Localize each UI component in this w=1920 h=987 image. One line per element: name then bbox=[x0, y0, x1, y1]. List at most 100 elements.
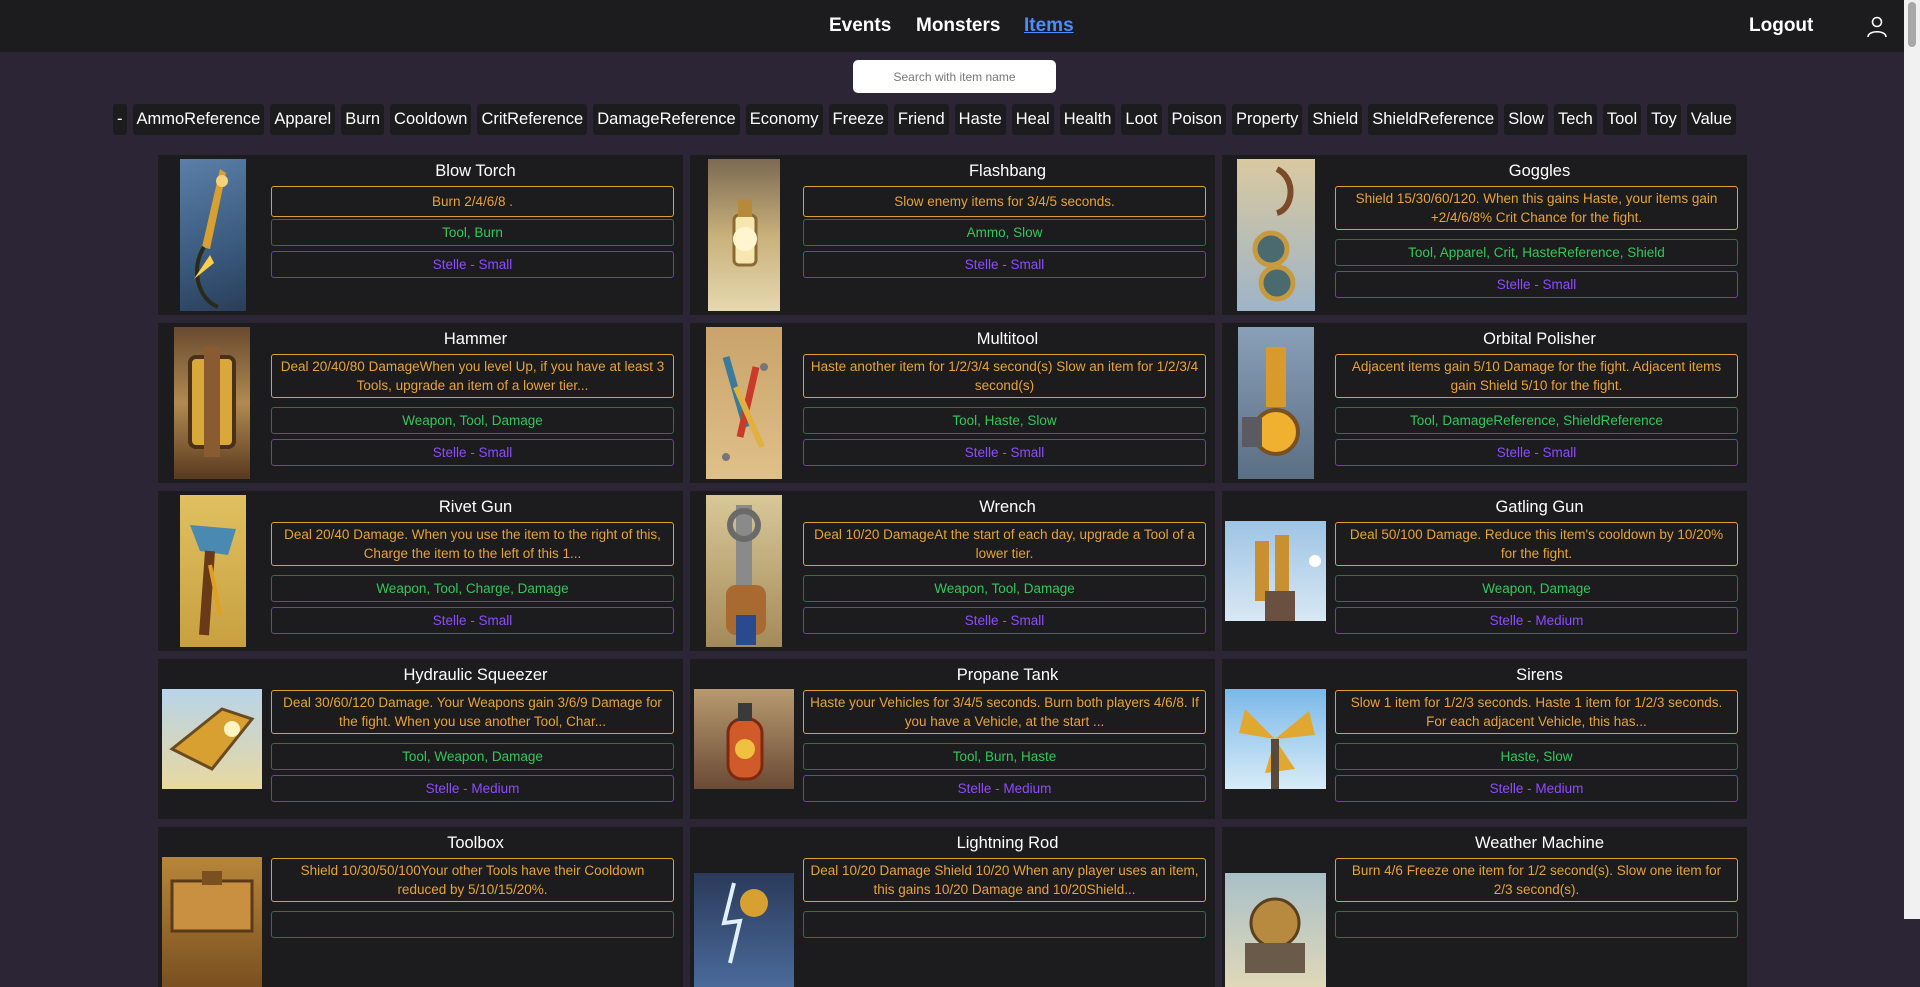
item-card[interactable]: Orbital Polisher Adjacent items gain 5/1… bbox=[1222, 323, 1747, 483]
item-card[interactable]: Hammer Deal 20/40/80 DamageWhen you leve… bbox=[158, 323, 683, 483]
item-image bbox=[694, 873, 794, 987]
filter-chip[interactable]: Value bbox=[1686, 104, 1736, 135]
item-card[interactable]: Lightning Rod Deal 10/20 Damage Shield 1… bbox=[690, 827, 1215, 987]
item-tags: Weapon, Tool, Damage bbox=[271, 407, 674, 434]
item-card[interactable]: Flashbang Slow enemy items for 3/4/5 sec… bbox=[690, 155, 1215, 315]
item-tags: Tool, Haste, Slow bbox=[803, 407, 1206, 434]
filter-chip[interactable]: Poison bbox=[1167, 104, 1226, 135]
item-name: Gatling Gun bbox=[1495, 498, 1584, 516]
user-icon[interactable] bbox=[1865, 14, 1889, 38]
item-card[interactable]: Toolbox Shield 10/30/50/100Your other To… bbox=[158, 827, 683, 987]
item-image bbox=[1225, 873, 1326, 987]
nav-events[interactable]: Events bbox=[829, 15, 891, 37]
filter-chip[interactable]: Toy bbox=[1647, 104, 1681, 135]
item-description: Burn 2/4/6/8 . bbox=[271, 186, 674, 217]
item-tags: Tool, Apparel, Crit, HasteReference, Shi… bbox=[1335, 239, 1738, 266]
item-name: Weather Machine bbox=[1474, 834, 1604, 852]
item-name: Blow Torch bbox=[435, 162, 516, 180]
item-source: Stelle - Small bbox=[1335, 271, 1738, 298]
filter-chip[interactable]: Economy bbox=[745, 104, 823, 135]
item-source: Stelle - Small bbox=[271, 439, 674, 466]
filter-chip[interactable]: Heal bbox=[1011, 104, 1054, 135]
item-image bbox=[694, 689, 794, 789]
item-name: Wrench bbox=[979, 498, 1036, 516]
item-source: Stelle - Small bbox=[271, 607, 674, 634]
item-name: Lightning Rod bbox=[956, 834, 1059, 852]
item-card[interactable]: Rivet Gun Deal 20/40 Damage. When you us… bbox=[158, 491, 683, 651]
logout-link[interactable]: Logout bbox=[1749, 15, 1813, 37]
filter-chip[interactable]: Tech bbox=[1553, 104, 1597, 135]
filter-chip[interactable]: Loot bbox=[1121, 104, 1162, 135]
item-tags bbox=[1335, 911, 1738, 938]
item-name: Hydraulic Squeezer bbox=[403, 666, 548, 684]
item-description: Deal 20/40 Damage. When you use the item… bbox=[271, 522, 674, 566]
item-tags: Tool, DamageReference, ShieldReference bbox=[1335, 407, 1738, 434]
item-description: Deal 50/100 Damage. Reduce this item's c… bbox=[1335, 522, 1738, 566]
item-tags: Haste, Slow bbox=[1335, 743, 1738, 770]
item-card[interactable]: Sirens Slow 1 item for 1/2/3 seconds. Ha… bbox=[1222, 659, 1747, 819]
item-image bbox=[708, 159, 780, 311]
item-description: Adjacent items gain 5/10 Damage for the … bbox=[1335, 354, 1738, 398]
item-description: Shield 15/30/60/120. When this gains Has… bbox=[1335, 186, 1738, 230]
item-description: Deal 30/60/120 Damage. Your Weapons gain… bbox=[271, 690, 674, 734]
filter-bar: - AmmoReference Apparel Burn Cooldown Cr… bbox=[113, 104, 1793, 135]
item-source: Stelle - Medium bbox=[803, 775, 1206, 802]
item-card[interactable]: Blow Torch Burn 2/4/6/8 . Tool, Burn Ste… bbox=[158, 155, 683, 315]
item-image bbox=[1237, 159, 1315, 311]
filter-chip[interactable]: Health bbox=[1059, 104, 1116, 135]
filter-chip[interactable]: Slow bbox=[1504, 104, 1548, 135]
item-card[interactable]: Propane Tank Haste your Vehicles for 3/4… bbox=[690, 659, 1215, 819]
item-image bbox=[162, 857, 262, 987]
item-description: Slow 1 item for 1/2/3 seconds. Haste 1 i… bbox=[1335, 690, 1738, 734]
item-card[interactable]: Multitool Haste another item for 1/2/3/4… bbox=[690, 323, 1215, 483]
item-name: Goggles bbox=[1508, 162, 1571, 180]
nav-items[interactable]: Items bbox=[1024, 15, 1074, 37]
item-description: Deal 10/20 DamageAt the start of each da… bbox=[803, 522, 1206, 566]
item-tags bbox=[271, 911, 674, 938]
item-image bbox=[1225, 521, 1326, 621]
item-description: Haste another item for 1/2/3/4 second(s)… bbox=[803, 354, 1206, 398]
filter-chip[interactable]: - bbox=[113, 104, 127, 135]
item-tags: Tool, Burn, Haste bbox=[803, 743, 1206, 770]
item-image bbox=[180, 495, 246, 647]
page-scrollbar[interactable] bbox=[1904, 0, 1920, 919]
item-tags: Tool, Burn bbox=[271, 219, 674, 246]
filter-chip[interactable]: Shield bbox=[1308, 104, 1363, 135]
item-card[interactable]: Wrench Deal 10/20 DamageAt the start of … bbox=[690, 491, 1215, 651]
item-tags bbox=[803, 911, 1206, 938]
filter-chip[interactable]: ShieldReference bbox=[1368, 104, 1499, 135]
filter-chip[interactable]: CritReference bbox=[477, 104, 588, 135]
item-card[interactable]: Goggles Shield 15/30/60/120. When this g… bbox=[1222, 155, 1747, 315]
item-name: Toolbox bbox=[447, 834, 504, 852]
filter-chip[interactable]: Apparel bbox=[270, 104, 336, 135]
item-source: Stelle - Medium bbox=[1335, 607, 1738, 634]
filter-chip[interactable]: Freeze bbox=[828, 104, 888, 135]
scrollbar-thumb[interactable] bbox=[1908, 2, 1916, 47]
item-grid: Blow Torch Burn 2/4/6/8 . Tool, Burn Ste… bbox=[158, 155, 1747, 987]
item-image bbox=[1225, 689, 1326, 789]
item-source: Stelle - Medium bbox=[1335, 775, 1738, 802]
item-source: Stelle - Medium bbox=[271, 775, 674, 802]
filter-chip[interactable]: Tool bbox=[1602, 104, 1642, 135]
item-source: Stelle - Small bbox=[803, 607, 1206, 634]
item-description: Shield 10/30/50/100Your other Tools have… bbox=[271, 858, 674, 902]
nav-monsters[interactable]: Monsters bbox=[916, 15, 1000, 37]
filter-chip[interactable]: Friend bbox=[893, 104, 949, 135]
item-card[interactable]: Gatling Gun Deal 50/100 Damage. Reduce t… bbox=[1222, 491, 1747, 651]
filter-chip[interactable]: Property bbox=[1231, 104, 1303, 135]
item-card[interactable]: Hydraulic Squeezer Deal 30/60/120 Damage… bbox=[158, 659, 683, 819]
filter-chip[interactable]: DamageReference bbox=[593, 104, 740, 135]
filter-chip[interactable]: Burn bbox=[341, 104, 385, 135]
item-tags: Tool, Weapon, Damage bbox=[271, 743, 674, 770]
item-image bbox=[706, 495, 782, 647]
filter-chip[interactable]: Haste bbox=[954, 104, 1006, 135]
item-name: Rivet Gun bbox=[438, 498, 513, 516]
filter-chip[interactable]: Cooldown bbox=[390, 104, 472, 135]
filter-chip[interactable]: AmmoReference bbox=[132, 104, 265, 135]
item-image bbox=[706, 327, 782, 479]
item-source: Stelle - Small bbox=[803, 251, 1206, 278]
search-input[interactable] bbox=[853, 60, 1056, 93]
item-card[interactable]: Weather Machine Burn 4/6 Freeze one item… bbox=[1222, 827, 1747, 987]
item-description: Burn 4/6 Freeze one item for 1/2 second(… bbox=[1335, 858, 1738, 902]
item-source: Stelle - Small bbox=[271, 251, 674, 278]
